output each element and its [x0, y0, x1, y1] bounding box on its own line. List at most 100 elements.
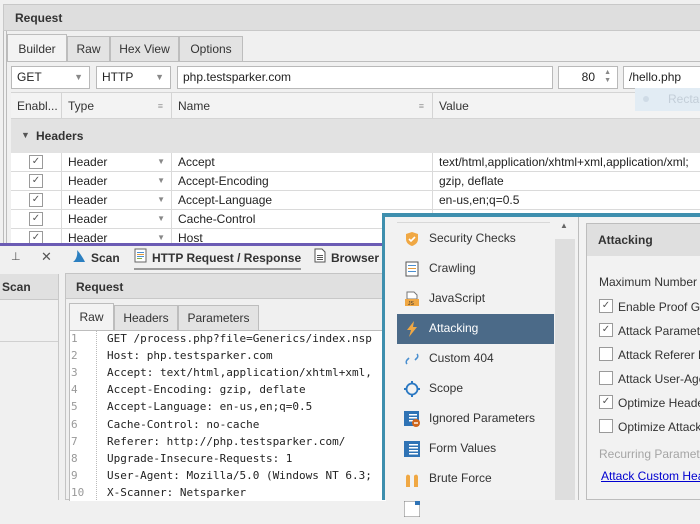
host-value: php.testsparker.com: [183, 70, 292, 84]
tab-options[interactable]: Options: [179, 36, 243, 62]
crawl-document-icon: [404, 261, 420, 277]
attack-custom-headers-link[interactable]: Attack Custom Hea: [601, 469, 700, 487]
pin-icon[interactable]: ⊥: [11, 250, 21, 263]
value-cell[interactable]: text/html,application/xhtml+xml,applicat…: [433, 153, 700, 171]
name-cell[interactable]: Accept-Encoding: [172, 172, 433, 190]
option-checkbox[interactable]: [599, 347, 613, 361]
tab-builder[interactable]: Builder: [7, 34, 67, 62]
nav-item-form-values[interactable]: Form Values: [397, 434, 554, 464]
method-select[interactable]: GET ▼: [11, 66, 90, 89]
option-checkbox[interactable]: [599, 419, 613, 433]
line-number: 9: [71, 468, 78, 482]
nav-item-label: Custom 404: [429, 351, 494, 365]
panel-rail: [3, 31, 7, 245]
tab-raw[interactable]: Raw: [69, 303, 114, 330]
line-number: 10: [71, 485, 85, 499]
option-checkbox[interactable]: ✓: [599, 323, 613, 337]
nav-item-label: Ignored Parameters: [429, 411, 536, 425]
nav-item-security-checks[interactable]: Security Checks: [397, 224, 554, 254]
doc-tab-label: HTTP Request / Response: [152, 251, 302, 265]
enabled-checkbox[interactable]: ✓: [29, 155, 43, 169]
chevron-down-icon[interactable]: ▼: [157, 153, 165, 171]
scan-side-header: Scan: [0, 274, 58, 300]
nav-item-ignored-parameters[interactable]: Ignored Parameters: [397, 404, 554, 434]
close-icon[interactable]: ✕: [41, 249, 52, 265]
scan-side-title: Scan: [2, 280, 31, 294]
chevron-down-icon[interactable]: ▼: [157, 172, 165, 190]
chevron-down-icon: ▼: [155, 72, 164, 82]
path-input[interactable]: /hello.php: [623, 66, 700, 89]
value-cell[interactable]: gzip, deflate: [433, 172, 700, 190]
code-line: 4 Accept-Encoding: gzip, deflate: [70, 383, 386, 400]
enabled-checkbox[interactable]: ✓: [29, 212, 43, 226]
type-cell[interactable]: Header ▼: [62, 153, 172, 171]
enabled-cell: ✓: [11, 153, 62, 171]
scroll-up-icon[interactable]: ▲: [560, 221, 568, 230]
tab-parameters[interactable]: Parameters: [178, 305, 259, 330]
doc-tab-http-request-response[interactable]: HTTP Request / Response: [134, 248, 302, 270]
document-icon: [134, 248, 147, 269]
nav-item-crawling[interactable]: Crawling: [397, 254, 554, 284]
option-checkbox[interactable]: ✓: [599, 395, 613, 409]
column-header-name[interactable]: Name ≡: [172, 93, 433, 119]
ignored-list-icon: [404, 411, 420, 427]
nav-item-brute-force[interactable]: Brute Force: [397, 464, 554, 494]
dock-toolbar: ⊥ ✕: [0, 246, 62, 270]
line-text: Cache-Control: no-cache: [107, 417, 260, 431]
option-checkbox[interactable]: [599, 371, 613, 385]
host-input[interactable]: php.testsparker.com: [177, 66, 553, 89]
column-header-enabled[interactable]: Enabl...: [11, 93, 62, 119]
nav-item-custom-404[interactable]: Custom 404: [397, 344, 554, 374]
doc-tab-browser[interactable]: Browser: [314, 248, 379, 270]
spinner-arrows-icon[interactable]: ▲ ▼: [604, 69, 611, 85]
name-cell[interactable]: Accept-Language: [172, 191, 433, 209]
tab-headers[interactable]: Headers: [114, 305, 178, 330]
protocol-select[interactable]: HTTP ▼: [96, 66, 171, 89]
nav-scrollbar[interactable]: ▲: [555, 217, 575, 500]
table-row[interactable]: ✓ Header ▼ Accept-Encoding gzip, deflate: [11, 172, 700, 191]
link-text[interactable]: Attack Custom Hea: [601, 469, 700, 483]
option-label: Optimize Attack: [618, 420, 700, 434]
table-row[interactable]: ✓ Header ▼ Accept text/html,application/xhtm…: [11, 153, 700, 172]
group-row-headers[interactable]: ▼ Headers: [11, 119, 700, 153]
enabled-checkbox[interactable]: ✓: [29, 193, 43, 207]
label-text: Recurring Paramete: [599, 447, 700, 461]
type-cell[interactable]: Header ▼: [62, 172, 172, 190]
settings-title: Attacking: [598, 233, 653, 247]
sort-icon: ≡: [418, 101, 424, 111]
doc-tab-scan[interactable]: Scan: [72, 248, 120, 270]
sort-icon: ≡: [157, 101, 163, 111]
chevron-down-icon[interactable]: ▼: [157, 210, 165, 228]
tab-raw[interactable]: Raw: [67, 36, 110, 62]
request-title: Request: [76, 280, 124, 294]
nav-item-scope[interactable]: Scope: [397, 374, 554, 404]
group-label: Headers: [36, 129, 84, 143]
option-checkbox[interactable]: ✓: [599, 299, 613, 313]
line-text: X-Scanner: Netsparker: [107, 485, 247, 499]
lightning-icon: [404, 321, 420, 337]
chevron-down-icon[interactable]: ▼: [157, 191, 165, 209]
column-header-type[interactable]: Type ≡: [62, 93, 172, 119]
line-number: 5: [71, 400, 78, 414]
nav-item-attacking[interactable]: Attacking: [397, 314, 554, 344]
enabled-cell: ✓: [11, 191, 62, 209]
value-cell[interactable]: en-us,en;q=0.5: [433, 191, 700, 209]
port-spinner[interactable]: 80 ▲ ▼: [558, 66, 618, 89]
tab-hex-view[interactable]: Hex View: [110, 36, 179, 62]
line-text: Accept-Language: en-us,en;q=0.5: [107, 400, 313, 414]
method-value: GET: [17, 70, 42, 84]
table-row[interactable]: ✓ Header ▼ Accept-Language en-us,en;q=0.5: [11, 191, 700, 210]
fists-icon: [404, 471, 420, 487]
nav-item-label: Scope: [429, 381, 464, 395]
request-panel-header: Request: [3, 4, 700, 31]
type-cell[interactable]: Header ▼: [62, 191, 172, 209]
type-cell[interactable]: Header ▼: [62, 210, 172, 228]
line-number: 6: [71, 417, 78, 431]
chevron-down-icon[interactable]: ▼: [21, 130, 30, 140]
enabled-checkbox[interactable]: ✓: [29, 174, 43, 188]
nav-item-partial[interactable]: [397, 494, 554, 524]
name-cell[interactable]: Accept: [172, 153, 433, 171]
raw-request-editor[interactable]: 1 GET /process.php?file=Generics/index.ns…: [69, 330, 386, 501]
nav-item-javascript[interactable]: JS JavaScript: [397, 284, 554, 314]
code-line: 8 Upgrade-Insecure-Requests: 1: [70, 452, 386, 469]
